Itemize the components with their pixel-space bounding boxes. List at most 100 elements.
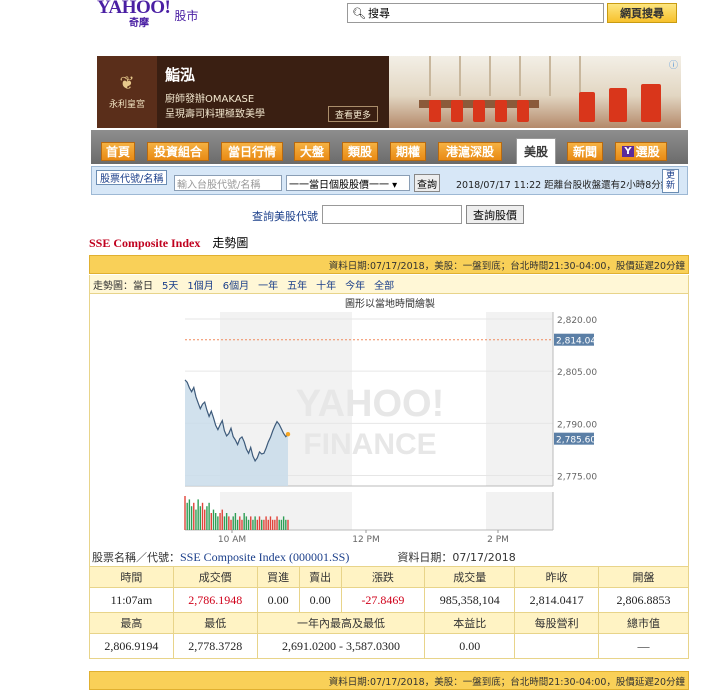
volume-bar: [239, 516, 241, 530]
col-volume: 成交量: [424, 566, 516, 588]
us-quote-button[interactable]: 查詢股價: [466, 205, 524, 224]
col-low: 最低: [172, 612, 258, 634]
ad-title: 鮨泓: [165, 66, 196, 84]
volume-bar: [219, 513, 221, 530]
volume-bar: [234, 513, 237, 530]
col-high: 最高: [89, 612, 174, 634]
tab-sectors[interactable]: 類股: [342, 142, 378, 161]
period-1y[interactable]: 一年: [258, 277, 278, 292]
period-5y[interactable]: 五年: [287, 277, 307, 292]
val-ask: 0.00: [298, 587, 342, 613]
col-ask: 賣出: [298, 566, 342, 588]
name-label: 股票名稱／代號：: [92, 551, 180, 564]
volume-bar: [280, 519, 283, 530]
val-price: 2,786.1948: [172, 587, 258, 613]
refresh-label-1: 更: [665, 171, 675, 181]
val-open: 2,806.8853: [598, 587, 689, 613]
volume-bar: [184, 496, 186, 530]
web-search-input[interactable]: 🔍︎ 搜尋: [347, 3, 604, 23]
val-52w-range: 2,691.0200 - 3,587.0300: [256, 633, 426, 659]
period-all[interactable]: 全部: [374, 277, 394, 292]
volume-bar: [261, 519, 263, 530]
col-time: 時間: [89, 566, 174, 588]
web-search-button[interactable]: 網頁搜尋: [607, 3, 677, 23]
us-symbol-label[interactable]: 查詢美股代號: [252, 208, 318, 224]
quote-type-select[interactable]: 一一當日個股股價一一 ▾: [286, 175, 410, 191]
x-tick-label: 2 PM: [487, 535, 509, 545]
volume-bar: [252, 519, 254, 530]
price-chart: 圖形以當地時間繪製 YAHOO! FINANCE 2,820.00 2,805.00 2,…: [89, 294, 689, 548]
period-5d[interactable]: 5天: [162, 277, 178, 292]
y-tick-label: 2,820.00: [557, 316, 597, 326]
volume-bar: [241, 519, 243, 530]
period-6m[interactable]: 6個月: [223, 277, 249, 292]
volume-bar: [263, 519, 265, 530]
period-ytd[interactable]: 今年: [345, 277, 365, 292]
y-tick-label: 2,790.00: [557, 420, 597, 430]
yahoo-logo[interactable]: YAHOO! 奇摩 股市: [97, 0, 199, 29]
val-prev-close: 2,814.0417: [514, 587, 600, 613]
refresh-button[interactable]: 更 新: [662, 169, 679, 193]
ad-more-button[interactable]: 查看更多: [328, 106, 378, 122]
volume-bar: [282, 516, 285, 530]
ad-restaurant-image: [389, 56, 681, 128]
y-tick-label: 2,775.00: [557, 473, 597, 483]
logo-sub: 奇摩: [129, 18, 149, 29]
quote-symbol-input[interactable]: 輸入台股代號/名稱: [174, 175, 282, 191]
volume-bar: [208, 502, 210, 530]
volume-bar: [225, 513, 228, 530]
volume-bar: [214, 513, 217, 530]
val-market-cap: —: [598, 633, 689, 659]
col-market-cap: 總市值: [598, 612, 689, 634]
stock-name[interactable]: SSE Composite Index (000001.SS): [180, 550, 349, 565]
volume-bar: [269, 516, 272, 530]
volume-bar: [287, 519, 289, 530]
tab-daily-quotes[interactable]: 當日行情: [221, 142, 283, 161]
volume-bar: [223, 516, 226, 530]
tab-stock-screener[interactable]: Y 選股: [615, 142, 667, 161]
volume-bar: [254, 516, 256, 530]
volume-bar: [221, 509, 223, 530]
volume-bar: [285, 519, 287, 530]
volume-bar: [195, 509, 197, 530]
tab-us-stocks[interactable]: 美股: [516, 138, 556, 164]
col-52w-range: 一年內最高及最低: [256, 612, 426, 634]
volume-bar: [236, 519, 239, 530]
val-low: 2,778.3728: [172, 633, 258, 659]
brand-emblem-icon: ❦: [119, 72, 135, 94]
tab-portfolio[interactable]: 投資組合: [147, 142, 209, 161]
ad-banner[interactable]: ❦ 永利皇宮 鮨泓 廚師發辦OMAKASE 呈現壽司料理極致美學 查看更多 ⓘ: [97, 56, 681, 128]
refresh-label-2: 新: [665, 181, 675, 191]
tab-news[interactable]: 新聞: [567, 142, 603, 161]
ad-line-1: 廚師發辦OMAKASE: [165, 94, 255, 105]
volume-bar: [190, 506, 193, 530]
data-date-strip-bottom: 資料日期:07/17/2018，美股：一盤到底；台北時間21:30-04:00，…: [89, 671, 689, 690]
search-placeholder: 搜尋: [367, 7, 390, 20]
tab-stock-screener-label: 選股: [635, 145, 660, 159]
page-subtitle: 走勢圖: [212, 236, 249, 250]
watermark-finance: FINANCE: [303, 428, 436, 461]
us-symbol-input[interactable]: [322, 205, 462, 224]
quote-search-button[interactable]: 查詢: [414, 174, 440, 192]
ad-info-icon[interactable]: ⓘ: [669, 58, 678, 71]
period-10y[interactable]: 十年: [316, 277, 336, 292]
volume-bar: [276, 516, 278, 530]
tab-home[interactable]: 首頁: [101, 142, 135, 161]
quote-type-label[interactable]: 股票代號/名稱: [96, 170, 168, 185]
logo-section: 股市: [174, 9, 199, 23]
tab-futures-options[interactable]: 期權: [390, 142, 426, 161]
tab-market[interactable]: 大盤: [294, 142, 330, 161]
quote-search-bar: 股票代號/名稱 輸入台股代號/名稱 一一當日個股股價一一 ▾ 查詢 2018/0…: [91, 166, 688, 195]
volume-bar: [256, 519, 259, 530]
y-tick-label: 2,805.00: [557, 368, 597, 378]
volume-bar: [265, 516, 267, 530]
col-price: 成交價: [172, 566, 258, 588]
volume-bar: [245, 516, 248, 530]
period-selector: 走勢圖：當日 5天 1個月 6個月 一年 五年 十年 今年 全部: [89, 275, 689, 294]
tab-hk-china-stocks[interactable]: 港滬深股: [438, 142, 502, 161]
volume-bar: [243, 513, 245, 530]
col-pe: 本益比: [424, 612, 516, 634]
volume-bar: [199, 506, 202, 530]
period-1m[interactable]: 1個月: [187, 277, 213, 292]
volume-bar: [206, 506, 208, 530]
